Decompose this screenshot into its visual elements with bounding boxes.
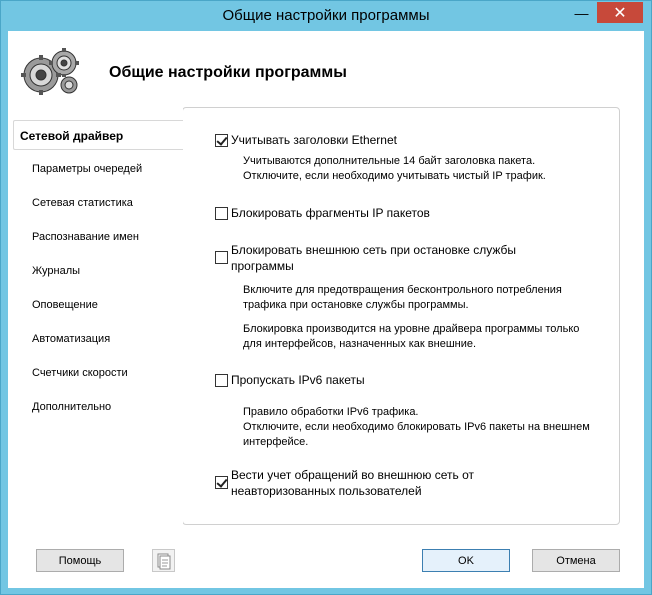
page-title: Общие настройки программы [109,64,347,81]
block-external-desc-line: трафика при остановке службы программы. [243,299,469,311]
log-unauthorized-option[interactable]: Вести учет обращений во внешнюю сеть от … [215,467,474,499]
block-external-desc-line: для интерфейсов, назначенных как внешние… [243,338,477,350]
ip-fragments-option[interactable]: Блокировать фрагменты IP пакетов [215,205,430,221]
sidebar-item-speed-counters[interactable]: Счетчики скорости [32,367,128,379]
block-external-option[interactable]: Блокировать внешнюю сеть при остановке с… [215,242,516,274]
block-external-description: Включите для предотвращения бесконтрольн… [243,283,579,352]
window-title: Общие настройки программы [222,7,430,24]
ipv6-desc-line: Отключите, если необходимо блокировать I… [243,421,590,433]
block-external-checkbox[interactable] [215,251,228,264]
ipv6-label: Пропускать IPv6 пакеты [231,373,365,387]
ethernet-headers-description: Учитываются дополнительные 14 байт загол… [243,154,546,184]
log-unauthorized-label: Вести учет обращений во внешнюю сеть от … [231,467,474,499]
ipv6-description: Правило обработки IPv6 трафика. Отключит… [243,405,590,450]
ethernet-headers-label: Учитывать заголовки Ethernet [231,133,397,147]
ok-button[interactable]: OK [422,549,510,572]
sidebar-item-notification[interactable]: Оповещение [32,299,98,311]
block-external-desc-line: Блокировка производится на уровне драйве… [243,323,580,335]
sidebar-item-automation[interactable]: Автоматизация [32,333,110,345]
close-button[interactable]: ✕ [597,2,643,23]
block-external-label-line: программы [231,259,294,273]
sidebar-item-network-driver[interactable]: Сетевой драйвер [13,120,183,150]
ethernet-desc-line: Отключите, если необходимо учитывать чис… [243,170,546,182]
log-unauthorized-label-line: Вести учет обращений во внешнюю сеть от [231,468,475,482]
log-unauthorized-label-line: неавторизованных пользователей [231,484,422,498]
block-external-label: Блокировать внешнюю сеть при остановке с… [231,242,516,274]
settings-window: Общие настройки программы — ✕ Общие наст… [0,0,652,595]
block-external-desc-line: Включите для предотвращения бесконтрольн… [243,284,562,296]
ethernet-headers-checkbox[interactable] [215,134,228,147]
ethernet-desc-line: Учитываются дополнительные 14 байт загол… [243,155,536,167]
block-external-label-line: Блокировать внешнюю сеть при остановке с… [231,243,516,257]
help-button[interactable]: Помощь [36,549,124,572]
sidebar-item-logs[interactable]: Журналы [32,265,80,277]
ipv6-desc-line: интерфейсе. [243,436,309,448]
ipv6-desc-line: Правило обработки IPv6 трафика. [243,406,419,418]
sidebar-item-name-resolution[interactable]: Распознавание имен [32,231,139,243]
ip-fragments-label: Блокировать фрагменты IP пакетов [231,206,430,220]
sidebar-item-queue-params[interactable]: Параметры очередей [32,163,142,175]
ipv6-checkbox[interactable] [215,374,228,387]
minimize-button[interactable]: — [567,2,596,23]
gears-icon [21,48,79,95]
cancel-button[interactable]: Отмена [532,549,620,572]
log-unauthorized-checkbox[interactable] [215,476,228,489]
ipv6-option[interactable]: Пропускать IPv6 пакеты [215,372,365,388]
clipboard-icon-glyph [157,553,171,570]
ip-fragments-checkbox[interactable] [215,207,228,220]
sidebar-item-network-stats[interactable]: Сетевая статистика [32,197,133,209]
title-bar[interactable]: Общие настройки программы — ✕ [1,1,651,31]
sidebar-item-advanced[interactable]: Дополнительно [32,401,111,413]
ethernet-headers-option[interactable]: Учитывать заголовки Ethernet [215,132,397,148]
clipboard-icon[interactable] [152,549,175,572]
dialog-body: Общие настройки программы Сетевой драйве… [8,31,644,588]
